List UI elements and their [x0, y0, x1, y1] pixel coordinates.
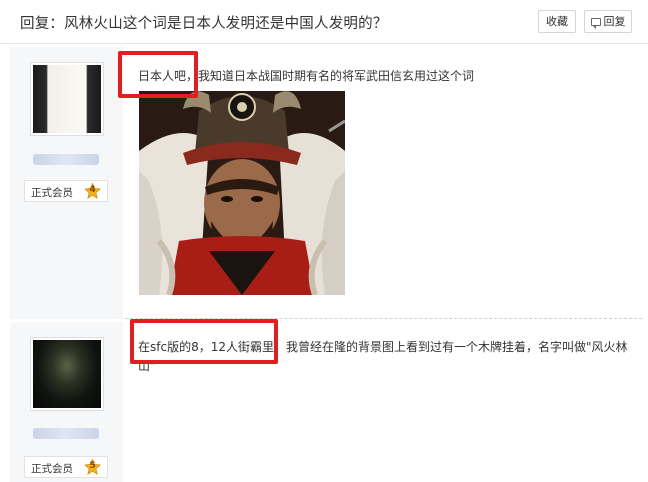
post-2: 正式会员 5 在sfc版的8，12人街霸里，我曾经在隆的背景图上看到过有一个木牌… [10, 322, 642, 482]
thread-header: 回复：风林火山这个词是日本人发明还是中国人发明的？ 收藏 回复 [0, 0, 648, 44]
level-number: 4 [89, 185, 96, 195]
thread-title: 回复：风林火山这个词是日本人发明还是中国人发明的？ [20, 16, 388, 32]
post-author-panel: 正式会员 5 [10, 322, 123, 482]
star-badge-icon: 4 [84, 183, 101, 200]
level-number: 5 [89, 461, 96, 471]
reply-button-label: 回复 [603, 15, 626, 28]
reply-button[interactable]: 回复 [584, 10, 632, 33]
member-label: 正式会员 [31, 463, 73, 475]
username-blurred[interactable] [33, 428, 99, 439]
member-badge: 正式会员 4 [24, 180, 108, 202]
avatar[interactable] [30, 62, 104, 136]
speech-bubble-icon [590, 18, 601, 29]
username-blurred[interactable] [33, 154, 99, 165]
highlight-box-2 [130, 319, 278, 364]
post-1: 正式会员 4 日本人吧，我知道日本战国时期有名的将军武田信玄用过这个词 [10, 47, 642, 319]
avatar-image [33, 65, 101, 133]
samurai-image[interactable] [139, 91, 345, 295]
member-label: 正式会员 [31, 187, 73, 199]
avatar[interactable] [30, 337, 104, 411]
post-author-panel: 正式会员 4 [10, 47, 123, 319]
favorite-button[interactable]: 收藏 [538, 10, 576, 33]
star-badge-icon: 5 [84, 459, 101, 476]
avatar-image [33, 340, 101, 408]
highlight-box-1 [118, 51, 198, 98]
member-badge: 正式会员 5 [24, 456, 108, 478]
